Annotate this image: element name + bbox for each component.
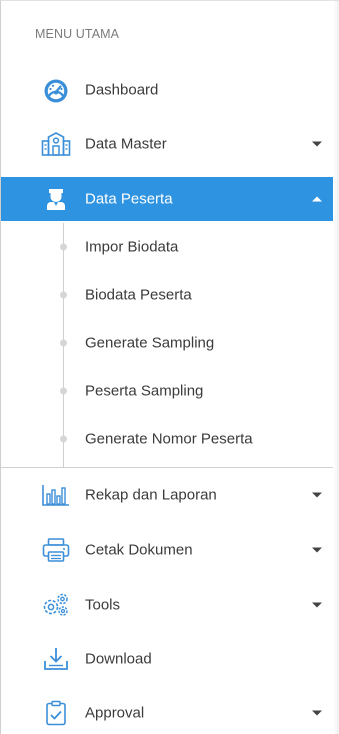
sidebar-item-dashboard[interactable]: Dashboard bbox=[1, 68, 334, 112]
chevron-down-icon bbox=[312, 492, 322, 498]
sidebar-item-rekap-dan-laporan[interactable]: Rekap dan Laporan bbox=[1, 473, 334, 517]
sidebar-item-label: Data Master bbox=[85, 135, 167, 153]
submenu-item-generate-sampling[interactable]: Generate Sampling bbox=[1, 321, 334, 365]
chevron-down-icon bbox=[312, 141, 322, 147]
printer-icon bbox=[41, 537, 71, 563]
sidebar-item-label: Cetak Dokumen bbox=[85, 541, 193, 559]
building-icon bbox=[41, 131, 71, 157]
bar-chart-icon bbox=[41, 482, 71, 508]
sidebar-item-label: Dashboard bbox=[85, 81, 159, 99]
sidebar-item-label: Rekap dan Laporan bbox=[85, 486, 217, 504]
sidebar-item-label: Approval bbox=[85, 704, 145, 722]
dashboard-icon bbox=[41, 77, 71, 103]
submenu-item-biodata-peserta[interactable]: Biodata Peserta bbox=[1, 273, 334, 317]
chevron-down-icon bbox=[312, 602, 322, 608]
submenu-item-label: Impor Biodata bbox=[85, 238, 179, 256]
submenu-item-label: Biodata Peserta bbox=[85, 286, 192, 304]
sidebar-item-tools[interactable]: Tools bbox=[1, 583, 334, 627]
download-icon bbox=[41, 646, 71, 672]
bullet-dot-icon bbox=[60, 339, 67, 347]
submenu-item-label: Peserta Sampling bbox=[85, 382, 204, 400]
sidebar-item-label: Data Peserta bbox=[85, 190, 173, 208]
menu-section-title: MENU UTAMA bbox=[35, 27, 120, 41]
bullet-dot-icon bbox=[60, 243, 67, 251]
submenu-item-impor-biodata[interactable]: Impor Biodata bbox=[1, 225, 334, 269]
sidebar-item-download[interactable]: Download bbox=[1, 637, 334, 681]
clipboard-check-icon bbox=[41, 700, 71, 726]
submenu-item-label: Generate Sampling bbox=[85, 334, 215, 352]
bullet-dot-icon bbox=[60, 291, 67, 299]
sidebar: MENU UTAMA Dashboard Data Master Data Pe… bbox=[0, 0, 339, 734]
sidebar-item-approval[interactable]: Approval bbox=[1, 691, 334, 734]
chevron-down-icon bbox=[312, 547, 322, 553]
chevron-up-icon bbox=[312, 196, 322, 202]
sidebar-item-data-master[interactable]: Data Master bbox=[1, 122, 334, 166]
bullet-dot-icon bbox=[60, 387, 67, 395]
sidebar-item-data-peserta[interactable]: Data Peserta bbox=[1, 177, 334, 221]
chevron-down-icon bbox=[312, 710, 322, 716]
gears-icon bbox=[41, 592, 71, 618]
submenu-item-label: Generate Nomor Peserta bbox=[85, 430, 253, 448]
menu-divider bbox=[1, 467, 334, 468]
sidebar-item-cetak-dokumen[interactable]: Cetak Dokumen bbox=[1, 528, 334, 572]
bullet-dot-icon bbox=[60, 435, 67, 443]
submenu-item-peserta-sampling[interactable]: Peserta Sampling bbox=[1, 369, 334, 413]
user-graduate-icon bbox=[41, 186, 71, 212]
submenu-item-generate-nomor-peserta[interactable]: Generate Nomor Peserta bbox=[1, 417, 334, 461]
sidebar-item-label: Tools bbox=[85, 596, 121, 614]
sidebar-item-label: Download bbox=[85, 650, 152, 668]
